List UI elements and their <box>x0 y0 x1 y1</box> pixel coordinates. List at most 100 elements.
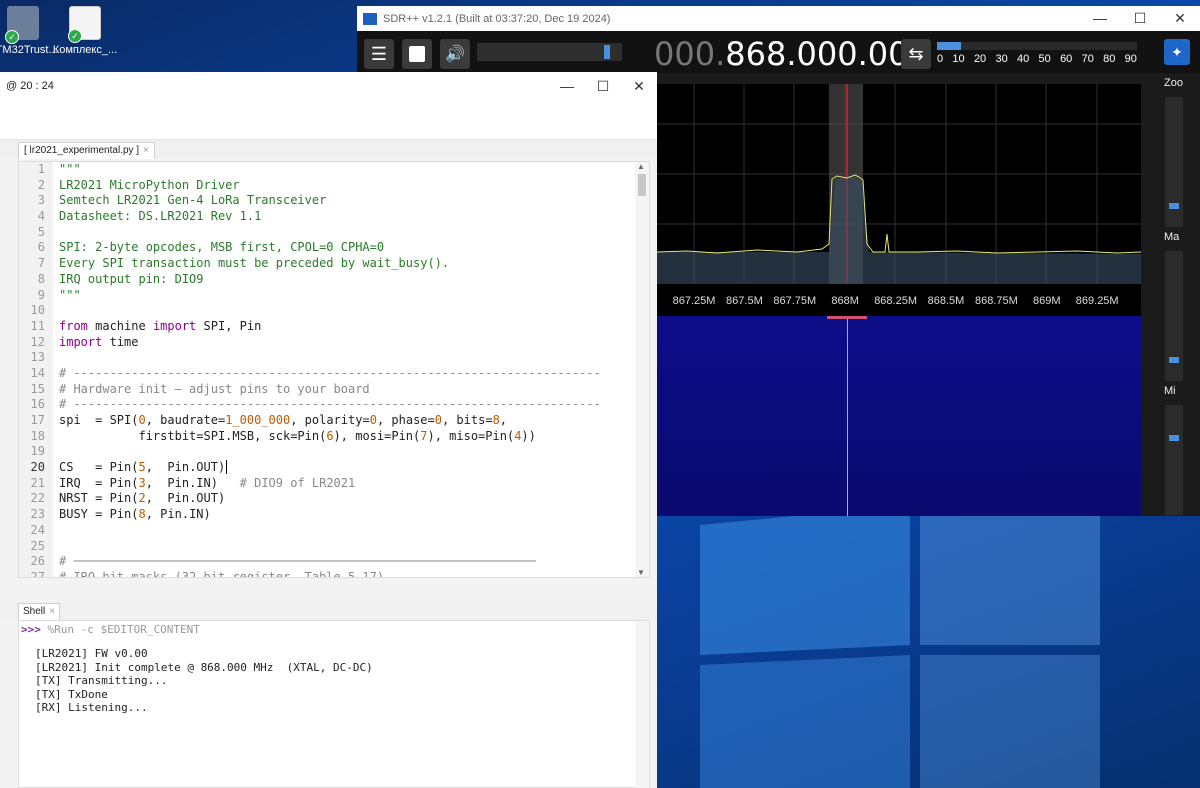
code-line: 17 spi = SPI(0, baudrate=1_000_000, polar… <box>19 413 635 429</box>
code-token: from <box>59 318 88 333</box>
code-line: 15 # Hardware init — adjust pins to your … <box>19 382 635 398</box>
min-slider[interactable] <box>1165 405 1183 515</box>
shell-scrollbar[interactable] <box>635 621 649 788</box>
maximize-button[interactable]: ☐ <box>1120 10 1160 27</box>
shell-console[interactable]: >>> %Run -c $EDITOR_CONTENT [LR2021] FW … <box>18 620 650 788</box>
shell-output-line: [TX] TxDone <box>35 687 108 701</box>
code-token: # DIO9 of LR2021 <box>239 475 356 490</box>
volume-slider[interactable] <box>477 43 622 61</box>
code-token: 3 <box>138 475 146 490</box>
fft-spectrum[interactable]: 867.25M 867.5M 867.75M 868M 868.25M 868.5M 868… <box>657 84 1141 316</box>
line-number: 10 <box>30 303 45 318</box>
editor-scrollbar-thumb[interactable] <box>638 174 646 196</box>
line-number: 11 <box>30 318 45 333</box>
code-line: 16 # ------------------------------------… <box>19 397 635 413</box>
code-line: 23 BUSY = Pin(8, Pin.IN) <box>19 507 635 523</box>
desktop-icon-kompleks[interactable]: ✓ Комплекс_... <box>50 6 120 56</box>
code-token: SPI: 2-byte opcodes, MSB first, CPOL=0 C… <box>59 240 385 255</box>
code-text: # ──────────────────────────────────────… <box>59 554 536 568</box>
tab-close-icon[interactable]: × <box>49 606 55 617</box>
code-token: , <box>499 413 508 427</box>
freq-axis: 867.25M 867.5M 867.75M 868M 868.25M 868.5M 868… <box>673 295 1119 307</box>
waterfall-display[interactable] <box>657 316 1141 516</box>
snr-tick-label: 20 <box>973 53 987 65</box>
fft-trace <box>657 174 1141 254</box>
zoom-slider-handle[interactable] <box>1169 203 1179 209</box>
menu-button[interactable]: ☰ <box>364 39 394 69</box>
thonny-titlebar[interactable]: @ 20 : 24 — ☐ ✕ <box>0 72 657 100</box>
tab-close-icon[interactable]: × <box>143 145 149 156</box>
tab-shell[interactable]: Shell × <box>18 603 61 620</box>
line-number: 2 <box>37 177 45 192</box>
code-text: Datasheet: DS.LR2021 Rev 1.1 <box>59 209 261 223</box>
code-line: 7 Every SPI transaction must be preceded … <box>19 256 635 272</box>
sdr-app-icon <box>363 12 377 25</box>
sync-check-icon: ✓ <box>68 29 82 43</box>
code-line: 14 # ------------------------------------… <box>19 366 635 382</box>
close-button[interactable]: ✕ <box>1160 10 1200 27</box>
volume-slider-handle[interactable] <box>604 45 611 59</box>
scroll-up-icon[interactable]: ▲ <box>637 162 645 171</box>
code-text: """ <box>59 288 81 302</box>
code-token: # IRQ bit masks (32-bit register, Table … <box>59 569 385 578</box>
frequency-display[interactable]: 000.868.000.000 <box>654 35 929 73</box>
code-token: 5 <box>138 460 146 475</box>
code-token: spi = SPI( <box>59 413 139 427</box>
snr-meter: 0 10 20 30 40 50 60 70 80 90 <box>937 39 1137 69</box>
minimize-button[interactable]: — <box>549 78 585 95</box>
sdr-logo-icon[interactable]: ✦ <box>1164 39 1190 65</box>
thonny-window-title: @ 20 : 24 <box>6 80 54 92</box>
sdr-window-title: SDR++ v1.2.1 (Built at 03:37:20, Dec 19 … <box>383 12 611 25</box>
code-token: time <box>102 334 139 349</box>
editor-scrollbar[interactable]: ▲ ▼ <box>635 162 649 577</box>
line-number: 17 <box>30 413 45 427</box>
max-slider-handle[interactable] <box>1169 357 1179 363</box>
stop-button[interactable] <box>402 39 432 69</box>
code-text: # --------------------------------------… <box>59 366 601 380</box>
scroll-down-icon[interactable]: ▼ <box>637 568 645 577</box>
zoom-label: Zoo <box>1164 77 1183 89</box>
freq-axis-label: 867.75M <box>773 295 816 307</box>
code-token: import <box>152 318 197 333</box>
shell-prompt: >>> <box>21 623 41 636</box>
code-line: 20 CS = Pin(5, Pin.OUT) <box>19 460 635 476</box>
swap-button[interactable]: ⇆ <box>901 39 931 69</box>
code-line: 12 import time <box>19 335 635 351</box>
code-line: 1 """ <box>19 162 635 178</box>
line-number: 14 <box>30 365 45 380</box>
code-line: 18 firstbit=SPI.MSB, sck=Pin(6), mosi=Pi… <box>19 429 635 445</box>
code-token: Semtech LR2021 Gen-4 LoRa Transceiver <box>59 193 327 208</box>
tab-label: [ lr2021_experimental.py ] <box>24 145 140 156</box>
tab-lr2021-experimental[interactable]: [ lr2021_experimental.py ] × <box>18 142 155 159</box>
sync-check-icon: ✓ <box>5 30 19 44</box>
code-text: from machine import SPI, Pin <box>59 319 261 333</box>
volume-button[interactable]: 🔊 <box>440 39 470 69</box>
code-editor[interactable]: 1 """ 2 LR2021 MicroPython Driver 3 Semtech L… <box>18 161 650 578</box>
code-token: # --------------------------------------… <box>59 397 601 412</box>
snr-bar-track <box>937 42 1137 50</box>
sdr-titlebar[interactable]: SDR++ v1.2.1 (Built at 03:37:20, Dec 19 … <box>357 6 1200 31</box>
maximize-button[interactable]: ☐ <box>585 78 621 95</box>
shell-output-line: [RX] Listening... <box>35 701 148 714</box>
code-token: 8 <box>492 413 500 427</box>
min-slider-handle[interactable] <box>1169 435 1179 441</box>
line-number: 23 <box>30 507 45 522</box>
code-text: import time <box>59 335 138 349</box>
freq-axis-label: 869M <box>1033 295 1061 307</box>
code-line: 13 <box>19 350 635 366</box>
close-button[interactable]: ✕ <box>621 78 657 95</box>
shell-command: %Run -c $EDITOR_CONTENT <box>40 623 200 636</box>
line-number: 25 <box>30 538 45 553</box>
code-token: IRQ output pin: DIO9 <box>59 271 204 286</box>
max-label: Ma <box>1164 231 1180 243</box>
snr-tick-label: 70 <box>1081 53 1094 65</box>
line-number: 24 <box>30 522 45 537</box>
code-line: 11 from machine import SPI, Pin <box>19 319 635 335</box>
code-line: 6 SPI: 2-byte opcodes, MSB first, CPOL=0 … <box>19 240 635 256</box>
minimize-button[interactable]: — <box>1080 10 1120 27</box>
code-text: Every SPI transaction must be preceded b… <box>59 256 449 270</box>
code-token: 1_000_000 <box>225 413 291 427</box>
snr-tick-label: 50 <box>1038 53 1051 65</box>
code-line: 8 IRQ output pin: DIO9 <box>19 272 635 288</box>
code-token: 0 <box>369 413 377 427</box>
